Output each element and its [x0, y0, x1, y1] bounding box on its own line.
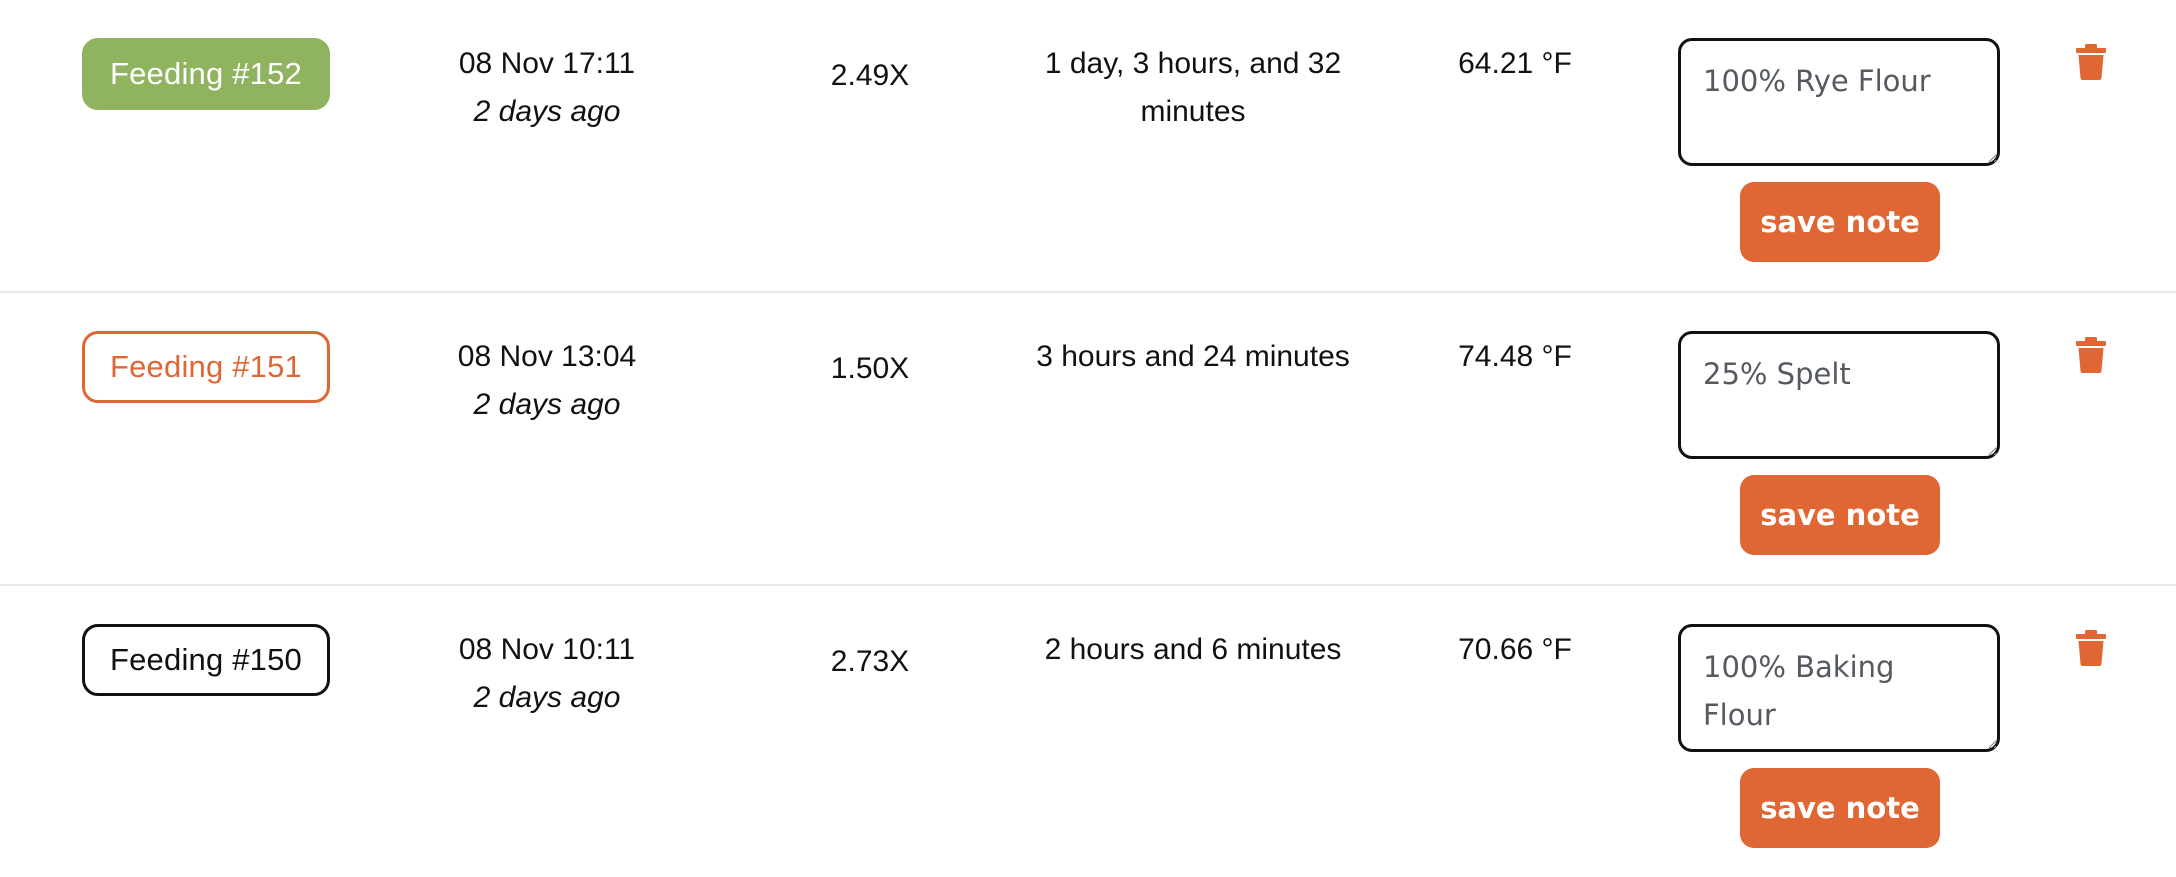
save-note-button[interactable]: save note [1740, 768, 1940, 848]
feeding-date-cell: 08 Nov 10:11 2 days ago [397, 626, 697, 722]
note-textarea[interactable]: 100% Rye Flour [1678, 38, 2000, 166]
rise-duration: 1 day, 3 hours, and 32 minutes [1044, 47, 1342, 128]
temperature: 74.48 °F [1458, 340, 1572, 373]
feeding-relative-time: 2 days ago [473, 388, 621, 421]
note-textarea[interactable]: 100% Baking Flour [1678, 624, 2000, 752]
rise-ratio: 1.50X [830, 352, 910, 385]
trash-icon[interactable] [2076, 630, 2106, 666]
save-note-button[interactable]: save note [1740, 475, 1940, 555]
trash-icon[interactable] [2076, 44, 2106, 80]
feeding-badge[interactable]: Feeding #151 [82, 331, 330, 403]
temperature: 70.66 °F [1458, 633, 1572, 666]
rise-duration: 3 hours and 24 minutes [1036, 340, 1350, 373]
feeding-badge[interactable]: Feeding #152 [82, 38, 330, 110]
feeding-row: Feeding #152 08 Nov 17:11 2 days ago 2.4… [0, 0, 2176, 293]
feeding-date: 08 Nov 10:11 [458, 633, 636, 666]
feeding-relative-time: 2 days ago [473, 681, 621, 714]
feeding-badge[interactable]: Feeding #150 [82, 624, 330, 696]
note-textarea[interactable]: 25% Spelt [1678, 331, 2000, 459]
feedings-table: Feeding #152 08 Nov 17:11 2 days ago 2.4… [0, 0, 2176, 860]
feeding-date-cell: 08 Nov 13:04 2 days ago [397, 333, 697, 429]
save-note-button[interactable]: save note [1740, 182, 1940, 262]
rise-duration: 2 hours and 6 minutes [1044, 633, 1342, 666]
feeding-row: Feeding #150 08 Nov 10:11 2 days ago 2.7… [0, 586, 2176, 877]
feeding-date-cell: 08 Nov 17:11 2 days ago [397, 40, 697, 136]
rise-ratio: 2.73X [830, 645, 910, 678]
feeding-date: 08 Nov 17:11 [458, 47, 636, 80]
feeding-date: 08 Nov 13:04 [457, 340, 637, 373]
feeding-relative-time: 2 days ago [473, 95, 621, 128]
temperature: 64.21 °F [1458, 47, 1572, 80]
feeding-row: Feeding #151 08 Nov 13:04 2 days ago 1.5… [0, 293, 2176, 586]
trash-icon[interactable] [2076, 337, 2106, 373]
rise-ratio: 2.49X [830, 59, 910, 92]
